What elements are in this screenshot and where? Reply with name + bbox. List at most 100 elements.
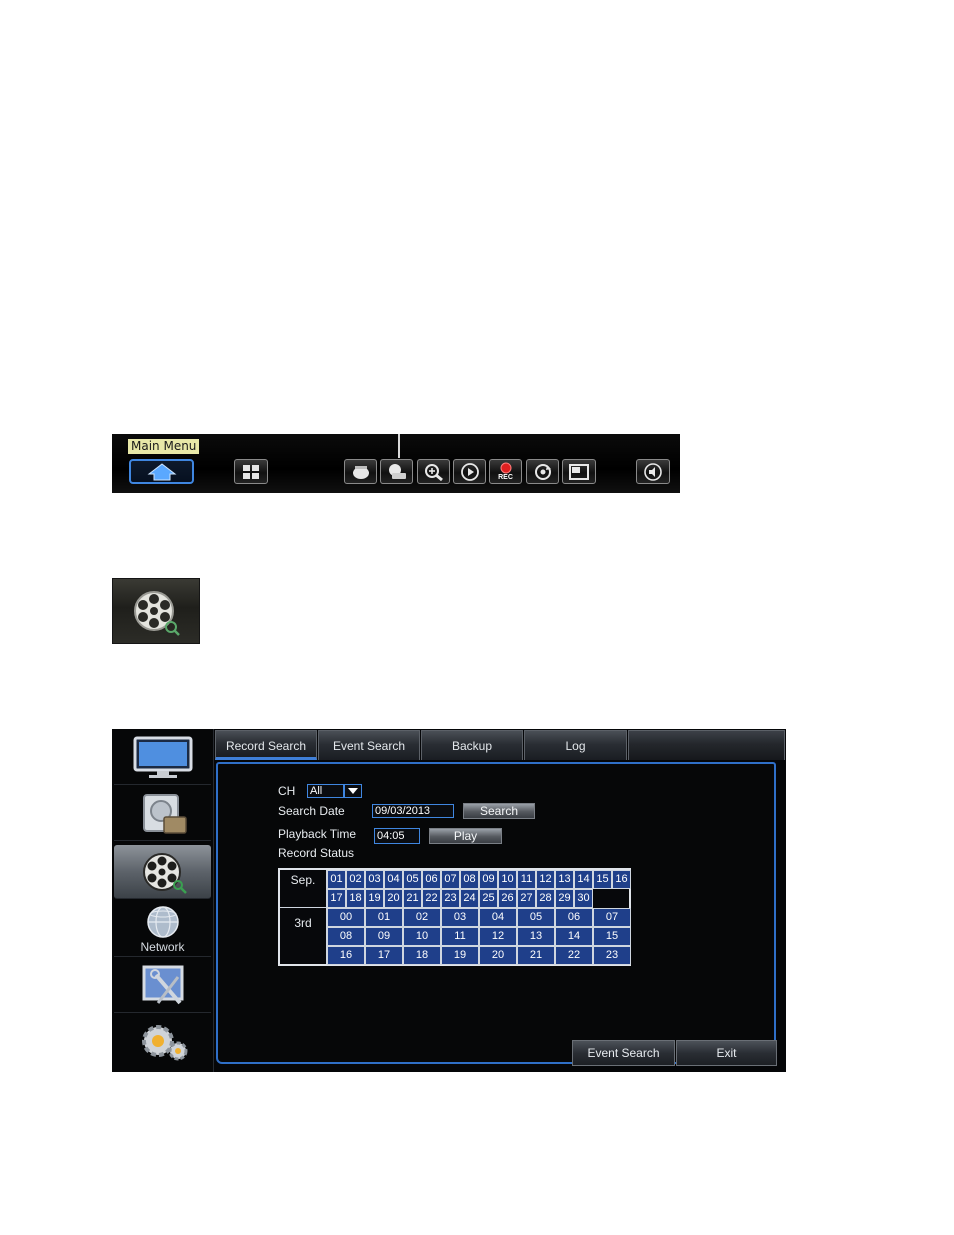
day-cell[interactable]: 02 xyxy=(346,870,365,889)
hour-cell[interactable]: 23 xyxy=(593,946,631,965)
tab-backup[interactable]: Backup xyxy=(421,730,523,760)
sidebar-item-network[interactable]: Network xyxy=(114,903,211,957)
play-icon xyxy=(460,462,479,481)
main-toolbar: Main Menu REC xyxy=(112,434,680,493)
ptz-button[interactable] xyxy=(344,459,377,484)
day-cell[interactable]: 14 xyxy=(574,870,593,889)
playback-time-label: Playback Time xyxy=(278,827,357,841)
camera-button[interactable] xyxy=(380,459,413,484)
search-date-label: Search Date xyxy=(278,804,345,818)
day-cell[interactable]: 15 xyxy=(593,870,612,889)
record-button[interactable]: REC xyxy=(489,459,522,484)
speaker-icon xyxy=(644,462,662,481)
day-cell[interactable]: 13 xyxy=(555,870,574,889)
hour-cell[interactable]: 06 xyxy=(555,908,593,927)
hour-cell[interactable]: 19 xyxy=(441,946,479,965)
hour-cell[interactable]: 08 xyxy=(327,927,365,946)
day-cell[interactable]: 30 xyxy=(574,889,593,908)
sidebar-item-system[interactable] xyxy=(114,1015,211,1069)
film-reel-search-icon xyxy=(134,591,180,636)
search-button[interactable]: Search xyxy=(463,803,535,819)
hour-cell[interactable]: 12 xyxy=(479,927,517,946)
day-cell[interactable]: 24 xyxy=(460,889,479,908)
hour-cell[interactable]: 11 xyxy=(441,927,479,946)
day-cell[interactable]: 18 xyxy=(346,889,365,908)
day-cell[interactable]: 07 xyxy=(441,870,460,889)
exit-button[interactable]: Exit xyxy=(676,1040,777,1066)
day-cell[interactable]: 28 xyxy=(536,889,555,908)
day-cell[interactable]: 16 xyxy=(612,870,631,889)
day-cell[interactable]: 01 xyxy=(327,870,346,889)
day-cell[interactable]: 20 xyxy=(384,889,403,908)
day-cell[interactable]: 22 xyxy=(422,889,441,908)
monitor-icon xyxy=(133,736,192,778)
hour-cell[interactable]: 02 xyxy=(403,908,441,927)
record-icon xyxy=(500,462,511,473)
zoom-button[interactable] xyxy=(417,459,450,484)
hour-cell[interactable]: 15 xyxy=(593,927,631,946)
hour-cell[interactable]: 17 xyxy=(365,946,403,965)
tab-log[interactable]: Log xyxy=(524,730,627,760)
day-cell[interactable]: 09 xyxy=(479,870,498,889)
day-cell[interactable]: 04 xyxy=(384,870,403,889)
ch-dropdown-toggle[interactable] xyxy=(344,784,362,798)
hour-cell[interactable]: 00 xyxy=(327,908,365,927)
hour-cell[interactable]: 05 xyxy=(517,908,555,927)
hour-cell[interactable]: 13 xyxy=(517,927,555,946)
hour-cell[interactable]: 04 xyxy=(479,908,517,927)
sidebar-item-display[interactable] xyxy=(114,731,211,785)
split-screen-button[interactable] xyxy=(234,459,268,484)
event-search-button[interactable]: Event Search xyxy=(572,1040,675,1066)
home-icon xyxy=(147,462,176,480)
zoom-in-icon xyxy=(424,463,443,481)
pip-button[interactable] xyxy=(562,459,596,484)
ch-select[interactable]: All xyxy=(307,784,344,798)
hour-cell[interactable]: 20 xyxy=(479,946,517,965)
day-cell[interactable]: 03 xyxy=(365,870,384,889)
play-button[interactable] xyxy=(453,459,486,484)
film-reel-search-icon xyxy=(142,852,187,894)
record-search-window: Network Record Search Event Search Backu… xyxy=(112,729,786,1072)
day-cell[interactable]: 25 xyxy=(479,889,498,908)
home-button[interactable] xyxy=(129,459,194,484)
day-cell[interactable]: 17 xyxy=(327,889,346,908)
day-cell[interactable]: 05 xyxy=(403,870,422,889)
sequence-button[interactable] xyxy=(526,459,559,484)
day-cell[interactable]: 21 xyxy=(403,889,422,908)
playback-time-field[interactable]: 04:05 xyxy=(374,828,420,844)
device-tools-icon xyxy=(142,965,183,1004)
day-cell[interactable]: 11 xyxy=(517,870,536,889)
hour-cell[interactable]: 22 xyxy=(555,946,593,965)
day-cell[interactable]: 26 xyxy=(498,889,517,908)
hour-cell[interactable]: 10 xyxy=(403,927,441,946)
search-menu-icon-tile xyxy=(112,578,200,644)
hour-cell[interactable]: 21 xyxy=(517,946,555,965)
day-cell[interactable]: 10 xyxy=(498,870,517,889)
hour-cell[interactable]: 16 xyxy=(327,946,365,965)
volume-button[interactable] xyxy=(636,459,670,484)
day-cell[interactable]: 19 xyxy=(365,889,384,908)
hour-cell[interactable]: 18 xyxy=(403,946,441,965)
hour-cell[interactable]: 03 xyxy=(441,908,479,927)
day-label: 3rd xyxy=(280,908,327,964)
sidebar-item-search[interactable] xyxy=(114,845,211,899)
play-button[interactable]: Play xyxy=(429,828,502,844)
hour-cell[interactable]: 09 xyxy=(365,927,403,946)
ch-label: CH xyxy=(278,784,296,798)
sidebar-item-device[interactable] xyxy=(114,959,211,1013)
search-date-field[interactable]: 09/03/2013 xyxy=(372,804,454,818)
tab-event-search[interactable]: Event Search xyxy=(318,730,420,760)
day-cell[interactable]: 29 xyxy=(555,889,574,908)
main-menu-sidebar: Network xyxy=(112,729,214,1072)
day-cell[interactable]: 06 xyxy=(422,870,441,889)
hour-cell[interactable]: 14 xyxy=(555,927,593,946)
day-cell[interactable]: 12 xyxy=(536,870,555,889)
day-cell[interactable]: 27 xyxy=(517,889,536,908)
day-cell[interactable]: 23 xyxy=(441,889,460,908)
hour-cell[interactable]: 01 xyxy=(365,908,403,927)
tab-record-search[interactable]: Record Search xyxy=(215,730,317,760)
chevron-down-icon xyxy=(348,788,358,794)
sidebar-item-record[interactable] xyxy=(114,787,211,841)
hour-cell[interactable]: 07 xyxy=(593,908,631,927)
day-cell[interactable]: 08 xyxy=(460,870,479,889)
